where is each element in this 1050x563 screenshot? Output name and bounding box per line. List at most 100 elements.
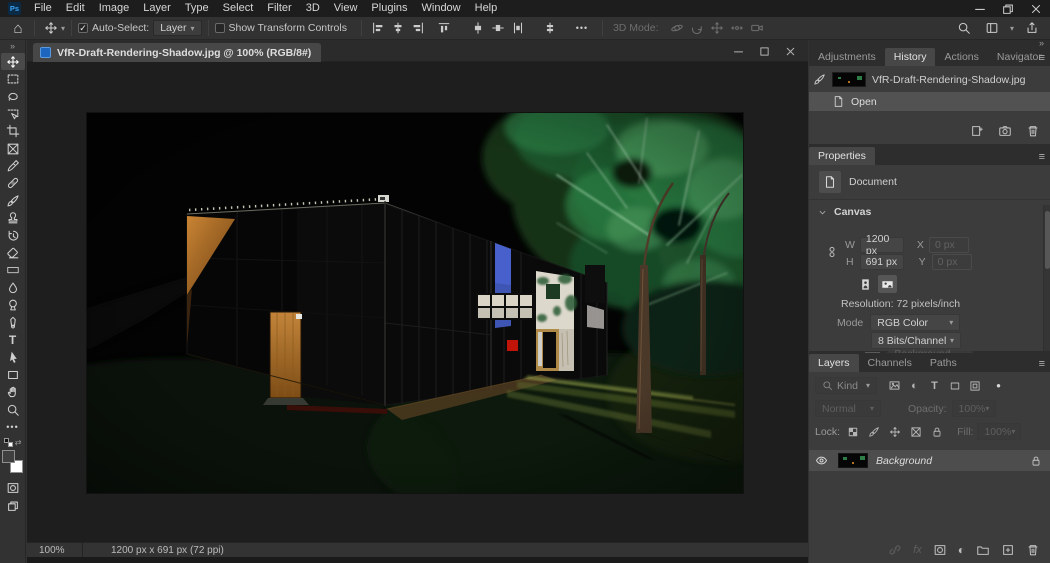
tool-move[interactable] [1,53,25,70]
tool-object-selection[interactable] [1,105,25,122]
lock-pixels-icon[interactable] [865,424,882,440]
tab-adjustments[interactable]: Adjustments [809,48,885,66]
zoom-level-field[interactable]: 100% [27,543,83,557]
new-layer-icon[interactable] [1001,543,1015,557]
tab-history[interactable]: History [885,48,936,66]
new-adjustment-layer-icon[interactable]: ◐ [958,543,965,557]
tool-pen[interactable] [1,314,25,331]
menu-image[interactable]: Image [92,0,137,17]
filter-pixel-layers-icon[interactable] [886,378,903,394]
tab-properties[interactable]: Properties [809,147,875,165]
canvas-section-chevron-icon[interactable] [817,207,828,218]
history-snapshot-row[interactable]: VfR-Draft-Rendering-Shadow.jpg [809,70,1050,89]
distribute-horizontal-button[interactable] [488,18,508,38]
menu-3d[interactable]: 3D [299,0,327,17]
document-maximize-button[interactable] [756,43,772,59]
width-input[interactable]: 1200 px [860,237,904,253]
lock-position-icon[interactable] [886,424,903,440]
layer-name[interactable]: Background [876,455,932,467]
history-state-open[interactable]: Open [809,92,1050,111]
panel-menu-icon[interactable]: ≡ [1039,53,1045,63]
tab-paths[interactable]: Paths [921,354,966,372]
tool-dodge[interactable] [1,296,25,313]
tool-zoom[interactable] [1,401,25,418]
panel-menu-icon[interactable]: ≡ [1039,359,1045,369]
tool-clone-stamp[interactable] [1,210,25,227]
new-document-from-state-icon[interactable] [970,124,984,138]
tab-layers[interactable]: Layers [809,354,859,372]
menu-help[interactable]: Help [468,0,505,17]
filter-type-layers-icon[interactable]: T [926,378,943,394]
align-left-button[interactable] [368,18,388,38]
photoshop-logo-icon[interactable]: Ps [8,2,21,15]
tool-path-selection[interactable] [1,349,25,366]
delete-state-trash-icon[interactable] [1026,124,1040,138]
link-dimensions-icon[interactable] [825,243,839,261]
add-layer-mask-icon[interactable] [933,543,947,557]
tool-eraser[interactable] [1,244,25,261]
layer-filter-kind-dropdown[interactable]: Kind ▾ [815,377,877,394]
tool-hand[interactable] [1,383,25,400]
app-minimize-button[interactable] [966,0,994,17]
menu-layer[interactable]: Layer [136,0,178,17]
new-group-folder-icon[interactable] [976,543,990,557]
height-input[interactable]: 691 px [860,254,904,270]
tab-actions[interactable]: Actions [935,48,987,66]
lock-artboard-icon[interactable] [907,424,924,440]
align-options-ellipsis-button[interactable]: ••• [572,18,592,38]
new-snapshot-camera-icon[interactable] [998,124,1012,138]
canvas-pasteboard[interactable] [27,63,808,542]
lock-all-icon[interactable] [928,424,945,440]
foreground-color-swatch[interactable] [2,450,15,463]
menu-window[interactable]: Window [415,0,468,17]
quick-mask-button[interactable] [1,480,25,497]
swap-colors-icon[interactable]: ⇄ [15,438,22,447]
layer-visibility-eye-icon[interactable] [813,453,830,469]
chevron-down-icon[interactable]: ▾ [1010,24,1014,33]
search-icon[interactable] [954,18,974,38]
home-icon[interactable]: ⌂ [8,18,28,38]
distribute-centers-button[interactable] [508,18,528,38]
landscape-orientation-button[interactable] [878,275,897,293]
status-options-chevron[interactable]: › [182,545,185,556]
portrait-orientation-button[interactable] [857,275,874,293]
tool-rectangle[interactable] [1,366,25,383]
filter-toggle-icon[interactable]: ● [990,378,1007,394]
menu-type[interactable]: Type [178,0,216,17]
distribute-vertical-button[interactable] [468,18,488,38]
filter-smart-objects-icon[interactable] [966,378,983,394]
tool-marquee[interactable] [1,70,25,87]
document-minimize-button[interactable] [730,43,746,59]
filter-adjustment-layers-icon[interactable]: ◐ [906,378,923,394]
show-transform-checkbox[interactable] [215,23,225,33]
delete-layer-trash-icon[interactable] [1026,543,1040,557]
panel-menu-icon[interactable]: ≡ [1039,152,1045,162]
menu-filter[interactable]: Filter [260,0,298,17]
menu-view[interactable]: View [327,0,365,17]
default-colors-icon[interactable] [4,438,12,446]
layer-thumbnail[interactable] [838,453,868,468]
color-mode-dropdown[interactable]: RGB Color▾ [870,314,960,331]
tab-channels[interactable]: Channels [859,354,921,372]
move-tool-preset-icon[interactable] [41,18,61,38]
layer-row-background[interactable]: Background [809,450,1050,471]
menu-select[interactable]: Select [216,0,261,17]
properties-scrollbar[interactable] [1043,205,1050,351]
tool-crop[interactable] [1,123,25,140]
lock-transparency-icon[interactable] [844,424,861,440]
share-icon[interactable] [1022,18,1042,38]
tool-lasso[interactable] [1,88,25,105]
app-close-button[interactable] [1022,0,1050,17]
document-tab[interactable]: VfR-Draft-Rendering-Shadow.jpg @ 100% (R… [33,43,321,62]
workspace-switcher-icon[interactable] [982,18,1002,38]
canvas-image[interactable] [87,113,743,493]
tool-blur[interactable] [1,279,25,296]
bit-depth-dropdown[interactable]: 8 Bits/Channel▾ [871,332,961,349]
screen-mode-button[interactable] [1,497,25,514]
edit-toolbar-ellipsis[interactable]: ••• [1,418,25,435]
auto-select-target-dropdown[interactable]: Layer ▾ [153,20,201,36]
chevron-down-icon[interactable]: ▾ [61,24,65,33]
document-close-button[interactable] [782,43,798,59]
tool-history-brush[interactable] [1,227,25,244]
app-restore-button[interactable] [994,0,1022,17]
